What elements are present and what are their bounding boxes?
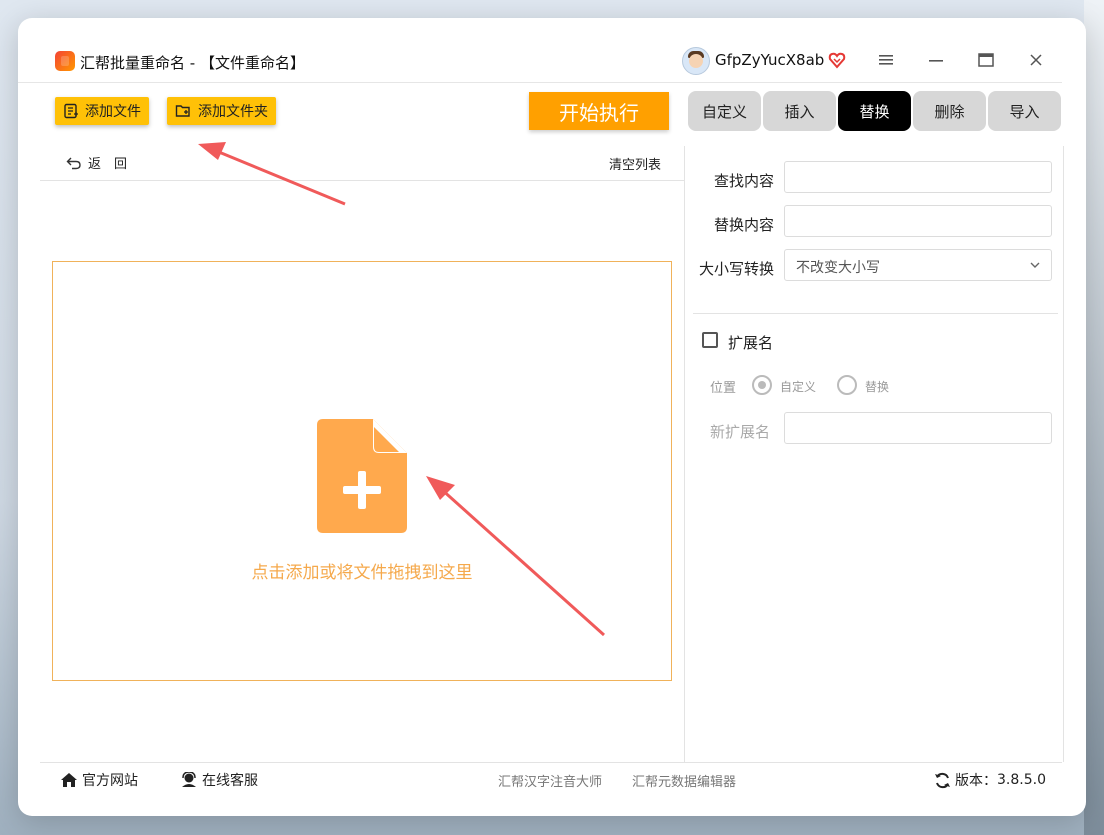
replace-input[interactable] [784, 205, 1052, 237]
case-label: 大小写转换 [698, 260, 774, 278]
username[interactable]: GfpZyYucX8ab [715, 51, 824, 69]
support-icon [182, 772, 196, 787]
add-file-icon [64, 103, 78, 119]
back-button[interactable]: 返 回 [66, 153, 127, 172]
tab-replace[interactable]: 替换 [838, 91, 911, 131]
support-label: 在线客服 [202, 773, 258, 789]
add-folder-button[interactable]: 添加文件夹 [167, 97, 276, 125]
find-label: 查找内容 [713, 172, 774, 190]
add-file-large-icon[interactable] [317, 419, 407, 533]
find-input[interactable] [784, 161, 1052, 193]
pinyin-app-link[interactable]: 汇帮汉字注音大师 [498, 771, 602, 790]
add-folder-icon [175, 105, 190, 117]
tab-custom[interactable]: 自定义 [688, 91, 761, 131]
back-label: 返 回 [88, 157, 128, 172]
user-avatar[interactable] [682, 47, 710, 75]
minimize-icon[interactable] [925, 49, 947, 71]
drop-hint: 点击添加或将文件拖拽到这里 [251, 563, 473, 583]
position-label: 位置 [710, 381, 737, 396]
app-logo-icon [55, 51, 75, 71]
new-extension-label: 新扩展名 [710, 423, 771, 441]
extension-label: 扩展名 [728, 334, 774, 352]
website-link[interactable]: 官方网站 [60, 770, 138, 790]
window-title: 汇帮批量重命名 - 【文件重命名】 [80, 54, 305, 72]
vip-heart-icon[interactable] [828, 51, 846, 69]
undo-icon [66, 157, 81, 169]
menu-icon[interactable] [875, 49, 897, 71]
close-icon[interactable] [1025, 49, 1047, 71]
position-custom-label: 自定义 [780, 380, 817, 394]
maximize-icon[interactable] [975, 49, 997, 71]
add-file-button[interactable]: 添加文件 [55, 97, 149, 125]
version-label: 版本： [955, 773, 997, 789]
metadata-app-link[interactable]: 汇帮元数据编辑器 [632, 771, 736, 790]
case-select-value: 不改变大小写 [796, 260, 880, 276]
divider [693, 313, 1058, 314]
desktop-background [1084, 0, 1104, 835]
start-button[interactable]: 开始执行 [529, 92, 669, 130]
position-radio-custom[interactable] [752, 375, 772, 395]
add-folder-label: 添加文件夹 [198, 104, 268, 120]
extension-checkbox[interactable] [702, 332, 718, 348]
home-icon [61, 773, 77, 787]
version-info: 版本： 3.8.5.0 [934, 770, 1046, 790]
replace-settings-panel [684, 146, 1064, 762]
case-select[interactable]: 不改变大小写 [784, 249, 1052, 281]
position-radio-replace[interactable] [837, 375, 857, 395]
version-number: 3.8.5.0 [997, 772, 1046, 788]
list-header [40, 146, 684, 181]
new-extension-input[interactable] [784, 412, 1052, 444]
support-link[interactable]: 在线客服 [180, 770, 258, 790]
tab-delete[interactable]: 删除 [913, 91, 986, 131]
tab-insert[interactable]: 插入 [763, 91, 836, 131]
add-file-label: 添加文件 [85, 104, 141, 120]
chevron-down-icon [1030, 262, 1040, 268]
clear-list-button[interactable]: 清空列表 [609, 154, 661, 173]
refresh-icon [935, 772, 950, 788]
position-replace-label: 替换 [865, 380, 890, 394]
website-label: 官方网站 [82, 773, 138, 789]
tab-import[interactable]: 导入 [988, 91, 1061, 131]
replace-label: 替换内容 [713, 216, 774, 234]
